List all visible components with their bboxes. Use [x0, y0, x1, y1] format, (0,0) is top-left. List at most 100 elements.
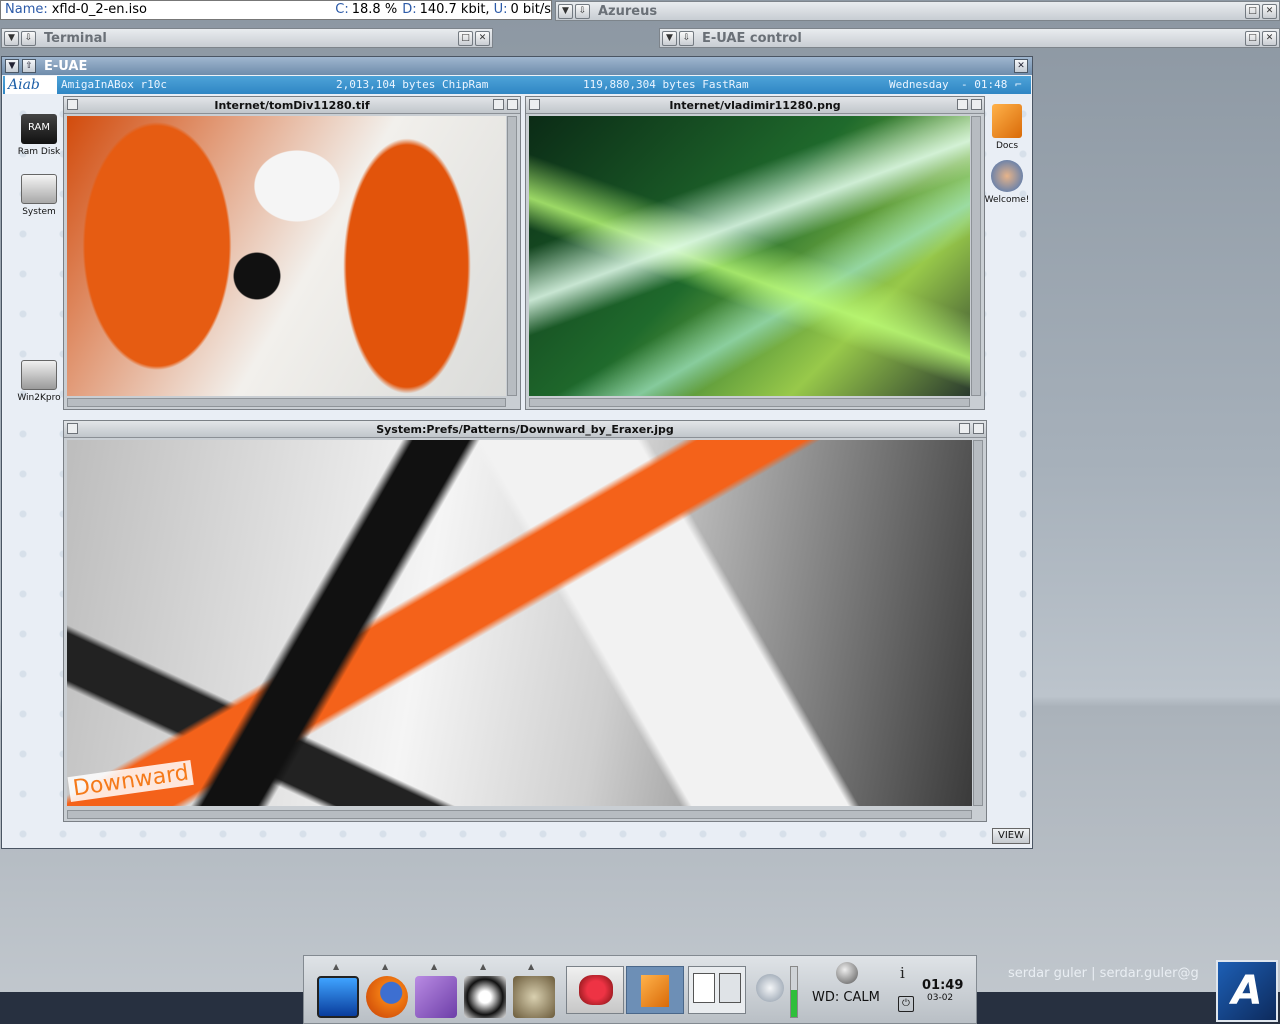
shade-icon[interactable]: ⇧ [22, 59, 36, 73]
info-icon[interactable]: i [900, 964, 905, 982]
launcher-arrow-icon[interactable]: ▲ [431, 962, 437, 971]
close-icon[interactable]: ✕ [1262, 3, 1277, 19]
fastram-readout: 119,880,304 bytes FastRam [583, 78, 749, 91]
win2kpro-icon[interactable]: Win2Kpro [13, 360, 65, 403]
viewer-downward-window[interactable]: System:Prefs/Patterns/Downward_by_Eraxer… [63, 420, 987, 822]
workspace-pager[interactable] [688, 966, 746, 1014]
downward-logo-text: Downward [67, 759, 195, 802]
firefox-icon[interactable] [366, 976, 408, 1018]
euae-window[interactable]: ▼ ⇧ E-UAE ✕ Aiab AmigaInABox r10c 2,013,… [1, 56, 1033, 849]
euae-control-title: E-UAE control [702, 30, 802, 46]
app-icon [641, 975, 669, 1007]
shade-icon[interactable]: ⇩ [679, 30, 694, 46]
name-value: xfld-0_2-en.iso [51, 2, 147, 17]
volume-fill [791, 989, 797, 1017]
window-menu-icon[interactable]: ▼ [558, 3, 573, 19]
drive-icon [21, 360, 57, 390]
time-readout: - 01:48 [961, 78, 1008, 91]
window-menu-icon[interactable]: ▼ [4, 30, 19, 46]
orca-icon[interactable] [464, 976, 506, 1018]
power-icon[interactable]: ⏻ [898, 996, 914, 1012]
volume-meter[interactable] [790, 966, 798, 1018]
docs-icon[interactable]: Docs [981, 104, 1033, 151]
depth-gadget-icon[interactable] [507, 99, 518, 110]
euae-control-titlebar[interactable]: ▼ ⇩ E-UAE control □ ✕ [659, 28, 1280, 48]
launcher-arrow-icon[interactable]: ▲ [528, 962, 534, 971]
zoom-gadget-icon[interactable] [957, 99, 968, 110]
launcher-arrow-icon[interactable]: ▲ [333, 962, 339, 971]
clock-time: 01:49 [922, 978, 964, 993]
zoom-gadget-icon[interactable] [959, 423, 970, 434]
viewer-tomdiv-window[interactable]: Internet/tomDiv11280.tif [63, 96, 521, 410]
close-gadget-icon[interactable] [67, 423, 78, 434]
weather-icon [836, 962, 858, 984]
euae-title: E-UAE [44, 58, 88, 74]
task-browser[interactable] [566, 966, 624, 1014]
speaker-icon[interactable] [756, 974, 784, 1002]
azureus-titlebar[interactable]: ▼ ⇩ Azureus □ ✕ [555, 1, 1280, 21]
app-icon [579, 975, 613, 1005]
wallpaper-credit: serdar guler | serdar.guler@g [1008, 966, 1199, 981]
depth-gadget-icon[interactable] [973, 423, 984, 434]
terminal-titlebar[interactable]: ▼ ⇩ Terminal □ ✕ [1, 28, 493, 48]
window-menu-icon[interactable]: ▼ [5, 59, 19, 73]
ram-chip-icon: RAM [21, 114, 57, 144]
horizontal-scrollbar[interactable] [67, 810, 972, 819]
amiga-screen-bar: Aiab AmigaInABox r10c 2,013,104 bytes Ch… [3, 76, 1031, 94]
chipram-readout: 2,013,104 bytes ChipRam [336, 78, 489, 91]
horizontal-scrollbar[interactable] [529, 398, 970, 407]
close-icon[interactable]: ✕ [1014, 59, 1028, 73]
shade-icon[interactable]: ⇩ [575, 3, 590, 19]
maximize-icon[interactable]: □ [1245, 3, 1260, 19]
ramdisk-label: Ram Disk [17, 147, 61, 157]
clock-date: 03-02 [927, 993, 954, 1003]
task-euae-active[interactable] [626, 966, 684, 1014]
mms-icon[interactable] [415, 976, 457, 1018]
vertical-scrollbar[interactable] [971, 116, 981, 396]
close-gadget-icon[interactable] [529, 99, 540, 110]
close-icon[interactable]: ✕ [1262, 30, 1277, 46]
ramdisk-icon[interactable]: RAM Ram Disk [13, 114, 65, 157]
viewer-downward-titlebar[interactable]: System:Prefs/Patterns/Downward_by_Eraxer… [64, 421, 986, 438]
gimp-icon[interactable] [513, 976, 555, 1018]
close-gadget-icon[interactable] [67, 99, 78, 110]
viewer-tomdiv-titlebar[interactable]: Internet/tomDiv11280.tif [64, 97, 520, 114]
amiga-workbench: RAM Ram Disk System Win2Kpro Docs Welcom… [3, 94, 1031, 848]
system-label: System [22, 207, 56, 217]
vertical-scrollbar[interactable] [973, 440, 983, 806]
upload-label: U: [493, 2, 508, 17]
system-icon[interactable]: System [13, 174, 65, 217]
name-label: Name: [5, 2, 48, 17]
welcome-icon[interactable]: Welcome! [981, 160, 1033, 205]
day-readout: Wednesday [889, 78, 949, 91]
view-button[interactable]: VIEW [992, 828, 1030, 844]
horizontal-scrollbar[interactable] [67, 398, 506, 407]
tomdiv-image [67, 116, 506, 396]
shade-icon[interactable]: ⇩ [21, 30, 36, 46]
amiga-version: AmigaInABox r10c [61, 78, 167, 91]
weather-text: WD: CALM [812, 990, 880, 1005]
vertical-scrollbar[interactable] [507, 116, 517, 396]
zoom-gadget-icon[interactable] [493, 99, 504, 110]
pager-workspace-1[interactable] [693, 973, 715, 1003]
launcher-arrow-icon[interactable]: ▲ [382, 962, 388, 971]
viewer-tomdiv-title: Internet/tomDiv11280.tif [214, 99, 370, 112]
screen-depth-icon[interactable]: ⌐ [1015, 76, 1022, 94]
close-icon[interactable]: ✕ [475, 30, 490, 46]
download-value: 140.7 kbit, [419, 2, 490, 17]
depth-gadget-icon[interactable] [971, 99, 982, 110]
pager-workspace-2[interactable] [719, 973, 741, 1003]
euae-titlebar[interactable]: ▼ ⇧ E-UAE ✕ [2, 57, 1032, 75]
drive-icon [21, 174, 57, 204]
maximize-icon[interactable]: □ [458, 30, 473, 46]
desktop-monitor-icon[interactable] [317, 976, 359, 1018]
maximize-icon[interactable]: □ [1245, 30, 1260, 46]
viewer-vladimir-window[interactable]: Internet/vladimir11280.png [525, 96, 985, 410]
viewer-vladimir-title: Internet/vladimir11280.png [669, 99, 841, 112]
window-menu-icon[interactable]: ▼ [662, 30, 677, 46]
launcher-arrow-icon[interactable]: ▲ [480, 962, 486, 971]
distro-logo-icon[interactable]: A [1216, 960, 1278, 1022]
viewer-vladimir-titlebar[interactable]: Internet/vladimir11280.png [526, 97, 984, 114]
completion-label: C: [335, 2, 349, 17]
terminal-title: Terminal [44, 30, 107, 46]
